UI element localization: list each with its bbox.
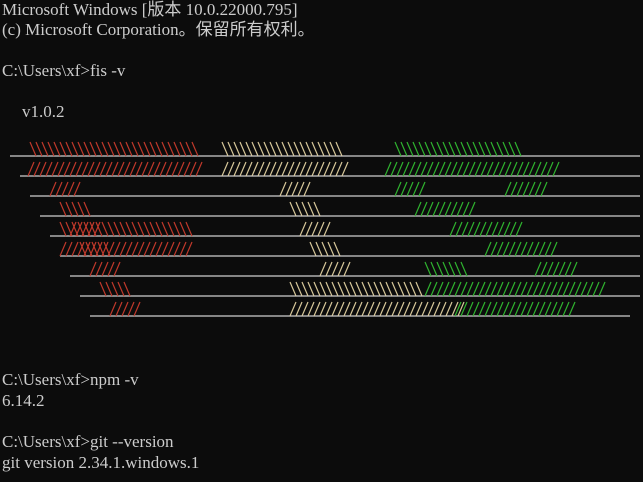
banner-letter-s-low-right [534,261,578,277]
banner-letter-s-top [394,141,522,157]
banner-letter-i-top2 [221,161,349,177]
banner-letter-f-stem [109,301,141,317]
command-text: git --version [89,432,174,451]
command-line-fis: C:\Users\xf>fis -v [2,61,125,81]
banner-letter-i-stem [279,181,311,197]
prompt: C:\Users\xf> [2,61,90,80]
banner-letter-s-curve [414,201,476,217]
banner-letter-i-stem [319,261,351,277]
banner-letter-f-top2 [27,161,203,177]
banner-letter-f-mid2 [59,241,193,257]
banner-letter-f-stem [89,261,121,277]
banner-letter-f-stem [99,281,131,297]
fis-version-output: v1.0.2 [22,102,65,121]
banner-letter-i-bottom2 [289,301,465,317]
banner-letter-f-stem [49,181,81,197]
banner-letter-f-mid [59,221,193,237]
command-line-git: C:\Users\xf>git --version [2,432,174,452]
banner-letter-f-stem [59,201,91,217]
command-text: fis -v [89,61,126,80]
banner-letter-i-top [221,141,343,157]
prompt: C:\Users\xf> [2,432,90,451]
banner-letter-i-stem [309,241,341,257]
header-copyright-line: (c) Microsoft Corporation。保留所有权利。 [2,20,315,39]
console-window[interactable]: Microsoft Windows [版本 10.0.22000.795] (c… [0,0,643,482]
banner-letter-i-bottom [289,281,423,297]
header-version-line: Microsoft Windows [版本 10.0.22000.795] [2,0,298,19]
git-version-output: git version 2.34.1.windows.1 [2,453,200,472]
banner-letter-f-top [29,141,199,157]
fis-logo-graphic [10,141,640,317]
banner-letter-i-stem [299,221,331,237]
command-line-npm: C:\Users\xf>npm -v [2,370,139,390]
banner-letter-s-top2 [384,161,560,177]
banner-letter-s-curve2 [449,221,523,237]
banner-letter-s-curve3 [484,241,558,257]
banner-letter-s-right [504,181,548,197]
npm-version-output: 6.14.2 [2,391,45,410]
banner-letter-s-low-left [424,261,468,277]
prompt: C:\Users\xf> [2,370,90,389]
banner-letter-i-stem [289,201,321,217]
banner-letter-s-left [394,181,426,197]
fis-ascii-banner [0,140,643,340]
command-text: npm -v [89,370,139,389]
banner-letter-s-base2 [454,301,576,317]
banner-letter-s-base [424,281,606,297]
